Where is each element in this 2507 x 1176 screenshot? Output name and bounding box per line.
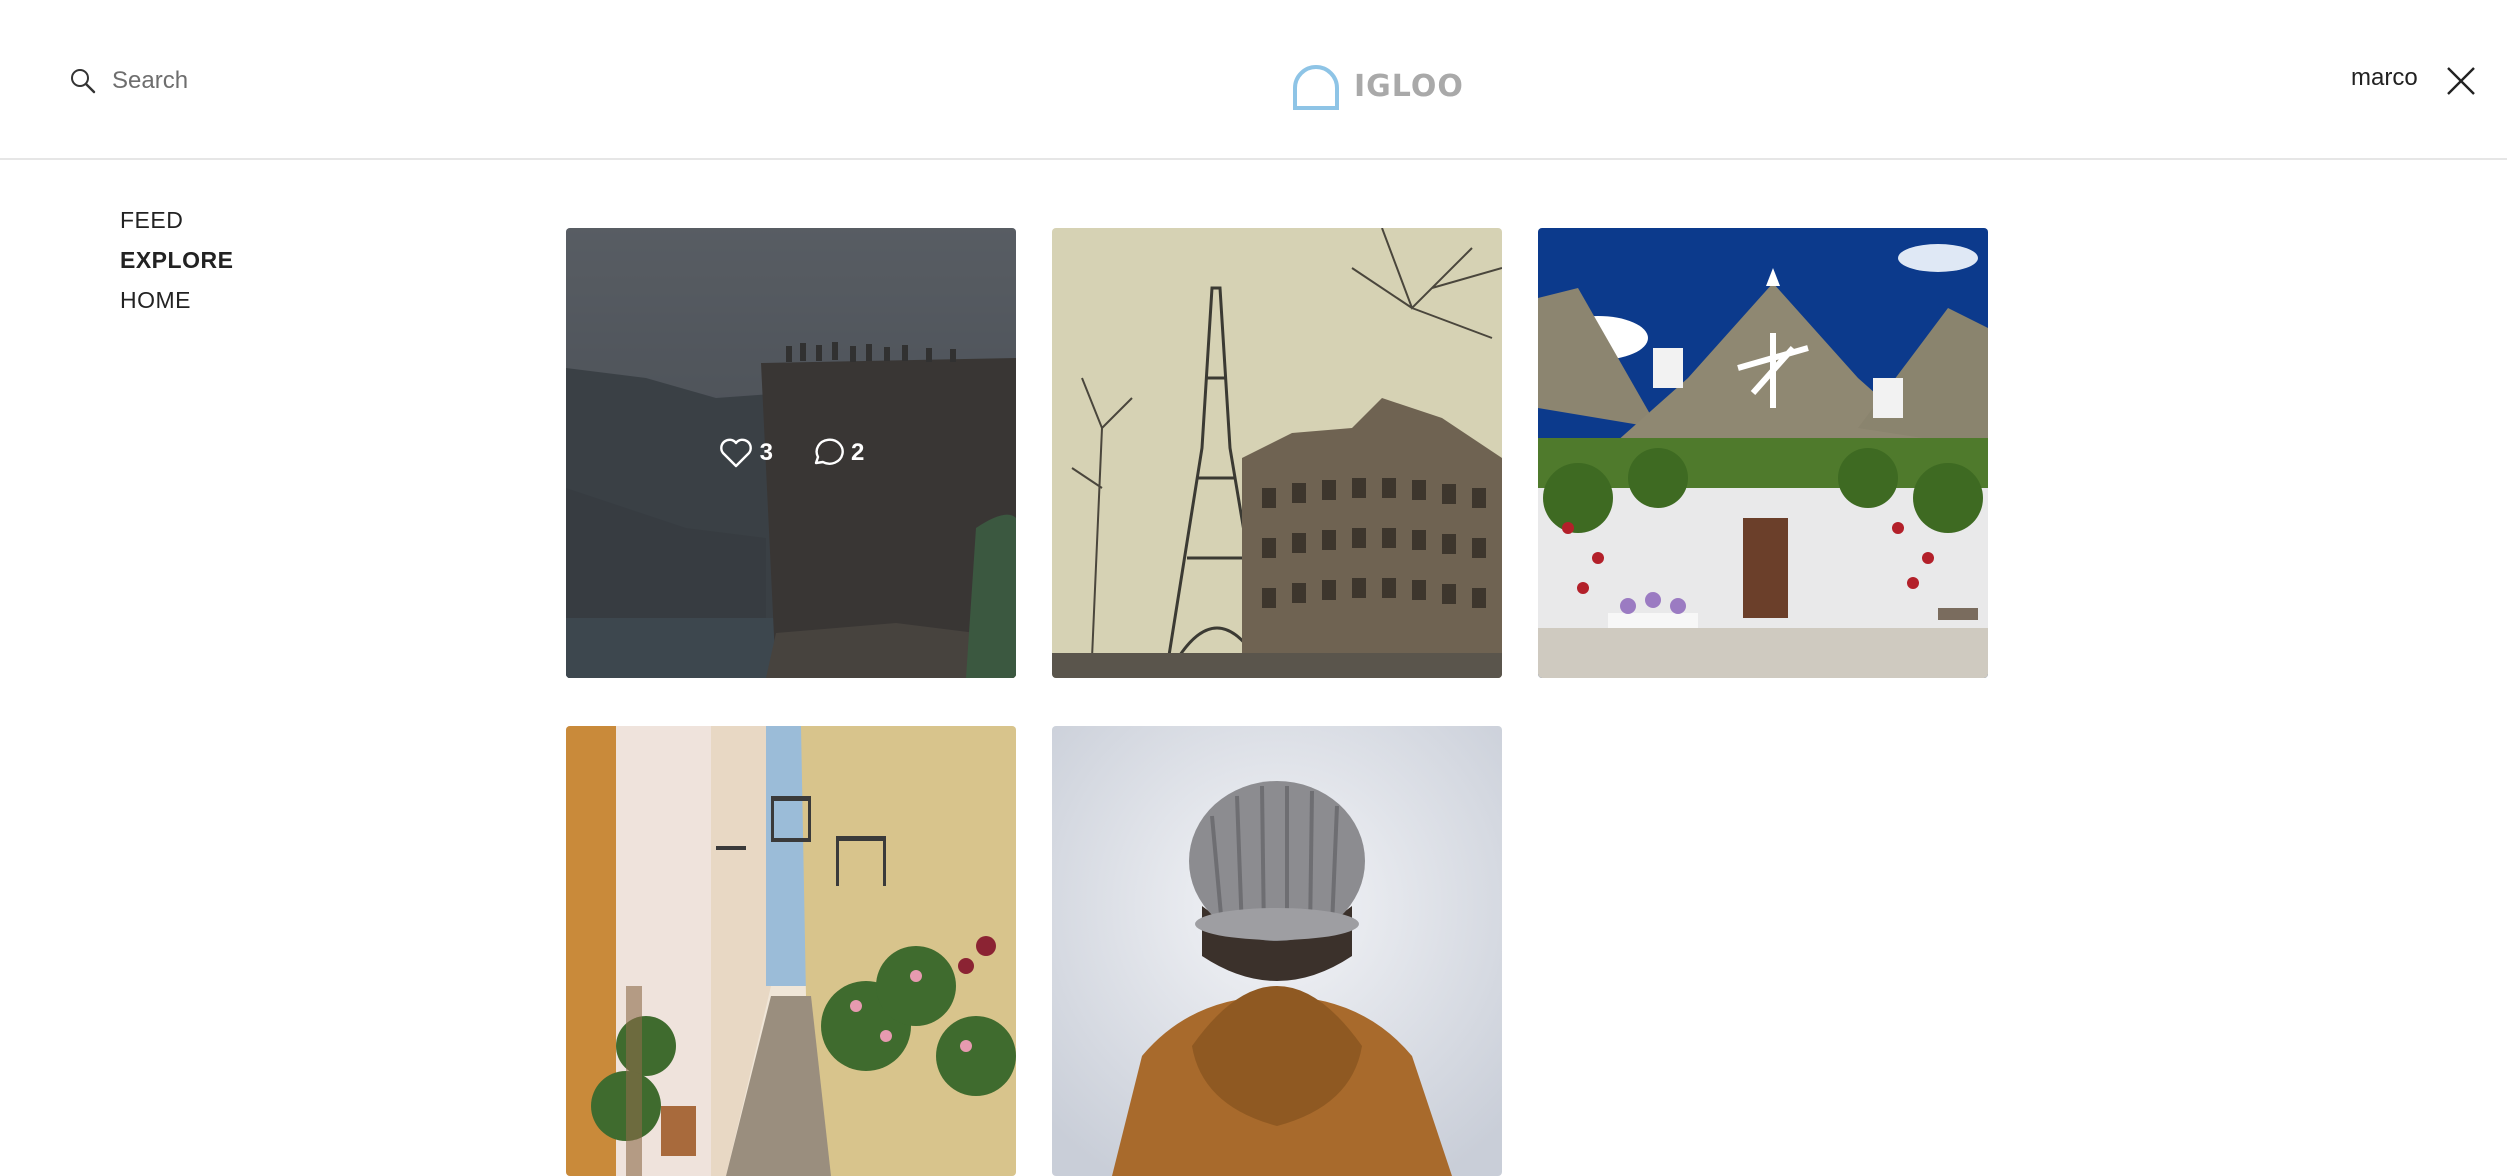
post-tile[interactable] <box>1538 228 1988 678</box>
logo-text: IGLOO <box>1354 68 1464 104</box>
post-tile[interactable] <box>1052 726 1502 1176</box>
close-icon[interactable] <box>2444 64 2478 98</box>
likes-count: 3 <box>759 439 773 466</box>
heart-icon <box>719 438 752 468</box>
nav-item-explore[interactable]: EXPLORE <box>120 240 233 280</box>
post-image-beanie-person <box>1052 726 1502 1176</box>
igloo-logo-icon <box>1293 65 1339 110</box>
post-image-eiffel <box>1052 228 1502 678</box>
sidebar-nav: FEED EXPLORE HOME <box>120 200 233 320</box>
post-hover-overlay: 3 2 <box>566 228 1016 678</box>
comments-count: 2 <box>851 439 865 466</box>
post-image-alley <box>566 726 1016 1176</box>
nav-item-feed[interactable]: FEED <box>120 200 233 240</box>
post-image-trulli <box>1538 228 1988 678</box>
comment-icon <box>814 438 844 465</box>
logo[interactable]: IGLOO <box>1290 60 1464 112</box>
post-tile[interactable] <box>1052 228 1502 678</box>
search-icon <box>71 69 96 94</box>
search-bar[interactable] <box>68 66 534 96</box>
search-input[interactable] <box>110 66 534 96</box>
username[interactable]: marco <box>2351 64 2418 92</box>
likes-stat[interactable]: 3 <box>718 435 773 471</box>
post-tile[interactable] <box>566 726 1016 1176</box>
top-bar: IGLOO marco <box>0 0 2507 160</box>
nav-item-home[interactable]: HOME <box>120 280 233 320</box>
comments-stat[interactable]: 2 <box>809 435 864 471</box>
post-tile[interactable]: 3 2 <box>566 228 1016 678</box>
